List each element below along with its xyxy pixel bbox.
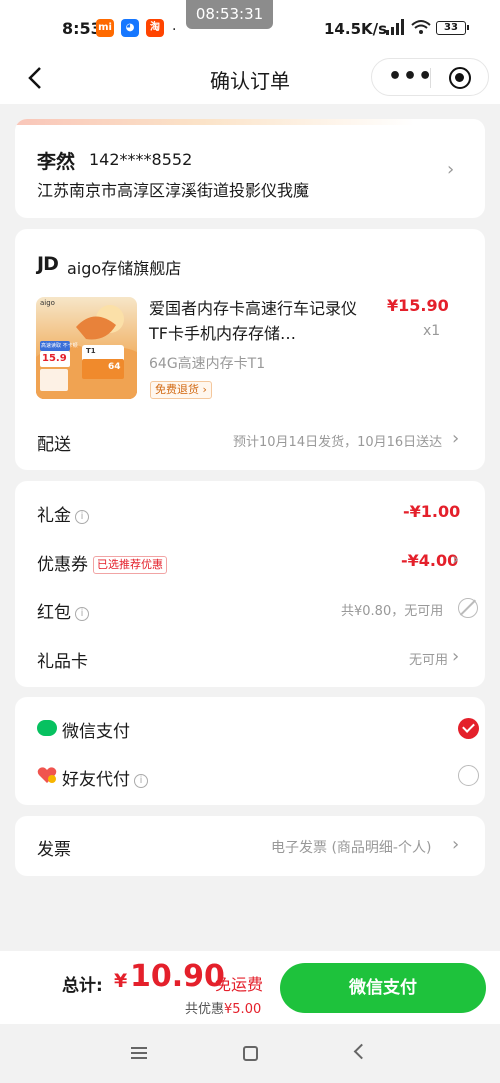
address-stripe	[15, 119, 485, 125]
invoice-card[interactable]: 发票 电子发票 (商品明细-个人) ›	[15, 816, 485, 876]
product-card: JD aigo存储旗舰店 aigo 高速读取 不卡顿 15.9 T1 64 爱国…	[15, 229, 485, 470]
wechat-pay-icon	[37, 720, 57, 736]
thumb-model: T1	[86, 347, 96, 355]
product-name[interactable]: 爱国者内存卡高速行车记录仪TF卡手机内存存储…	[149, 296, 359, 346]
system-nav-bar	[0, 1024, 500, 1083]
wechat-pay-button[interactable]: 微信支付	[280, 963, 486, 1013]
nav-bar: 确认订单 •••	[0, 56, 500, 104]
thumb-price: 15.9	[42, 353, 67, 364]
more-icon[interactable]: •••	[388, 64, 433, 89]
coupon-tag: 已选推荐优惠	[93, 556, 167, 574]
checkout-bar: 总计: ¥ 10.90 免运费 共优惠¥5.00 微信支付	[0, 951, 500, 1024]
info-icon[interactable]: i	[75, 510, 89, 524]
wifi-icon	[411, 20, 431, 34]
wechat-pay-radio-checked[interactable]	[458, 718, 479, 739]
capsule-divider	[430, 68, 431, 88]
invoice-value: 电子发票 (商品明细-个人)	[271, 840, 432, 856]
home-icon[interactable]	[243, 1046, 258, 1061]
wechat-pay-label[interactable]: 微信支付	[62, 717, 130, 742]
payment-card: 微信支付 好友代付 i	[15, 697, 485, 805]
red-packet-value: 共¥0.80，无可用	[341, 604, 444, 619]
coupon-label: 优惠券	[37, 555, 88, 575]
shipping-label: 配送	[37, 435, 71, 455]
free-shipping-label: 免运费	[215, 975, 264, 994]
product-price: ¥15.90	[387, 296, 449, 315]
gift-card-label: 礼品卡	[37, 652, 88, 672]
mini-program-capsule: •••	[371, 58, 489, 96]
chevron-right-icon: ›	[452, 428, 460, 449]
thumb-brand: aigo	[40, 299, 55, 307]
screen-record-time: 08:53:31	[186, 0, 273, 29]
recipient-phone: 142****8552	[89, 150, 193, 169]
free-return-tag[interactable]: 免费退货 ›	[150, 381, 212, 399]
gift-card-value[interactable]: 无可用	[409, 649, 448, 668]
total-amount: 10.90	[130, 959, 225, 994]
product-spec: 64G高速内存卡T1	[149, 356, 266, 372]
saved-summary: 共优惠¥5.00	[185, 998, 261, 1017]
friend-pay-row[interactable]: 好友代付 i	[62, 765, 148, 790]
unavailable-icon	[458, 598, 478, 618]
thumb-capacity: 64	[108, 362, 121, 372]
gift-money-value: -¥1.00	[403, 502, 461, 521]
total-currency: ¥	[114, 970, 128, 992]
thumb-badge: 高速读取 不卡顿	[41, 343, 78, 349]
chevron-right-icon: ›	[447, 159, 455, 180]
gift-money-row: 礼金 i	[37, 501, 89, 526]
invoice-label: 发票	[37, 840, 71, 860]
back-icon[interactable]	[353, 1043, 370, 1060]
address-line: 江苏南京市高淳区淳溪街道投影仪我魔	[37, 181, 310, 200]
menu-icon[interactable]	[131, 1047, 147, 1059]
info-icon[interactable]: i	[134, 774, 148, 788]
shipping-estimate[interactable]: 预计10月14日发货，10月16日送达	[233, 431, 442, 450]
saved-prefix: 共优惠	[185, 1002, 225, 1017]
coupon-value[interactable]: -¥4.00	[401, 551, 458, 570]
info-icon[interactable]: i	[75, 607, 89, 621]
discount-card: 礼金 i -¥1.00 优惠券 已选推荐优惠 -¥4.00 › 红包 i 共¥0.80…	[15, 481, 485, 687]
gift-money-label: 礼金	[37, 506, 71, 526]
status-dot: ·	[172, 22, 177, 38]
status-bar: 8:53 mi ◕ 淘 · 08:53:31 14.5K/s 33	[0, 0, 500, 56]
saved-amount: ¥5.00	[224, 1002, 262, 1017]
jd-logo: JD	[37, 253, 59, 275]
chevron-right-icon: ›	[452, 549, 460, 570]
product-thumbnail[interactable]: aigo 高速读取 不卡顿 15.9 T1 64	[36, 297, 137, 399]
app-blue-icon: ◕	[121, 19, 139, 37]
total-label: 总计:	[62, 976, 103, 996]
friend-pay-heart-icon	[37, 767, 57, 783]
network-speed: 14.5K/s	[324, 20, 388, 38]
friend-pay-radio[interactable]	[458, 765, 479, 786]
address-card[interactable]: 李然 142****8552 江苏南京市高淳区淳溪街道投影仪我魔 ›	[15, 119, 485, 218]
chevron-right-icon: ›	[452, 646, 460, 667]
friend-pay-label: 好友代付	[62, 770, 130, 790]
signal-icon	[386, 19, 404, 35]
coupon-row[interactable]: 优惠券 已选推荐优惠	[37, 550, 167, 575]
battery-icon: 33	[436, 21, 469, 35]
taobao-icon: 淘	[146, 19, 164, 37]
recipient-name: 李然	[37, 151, 76, 173]
red-packet-label: 红包	[37, 603, 71, 623]
gift-card-row[interactable]: 礼品卡	[37, 647, 88, 672]
red-packet-row: 红包 i	[37, 598, 89, 623]
product-quantity: x1	[423, 323, 441, 339]
chevron-right-icon: ›	[452, 834, 460, 855]
shop-name[interactable]: aigo存储旗舰店	[67, 255, 181, 279]
close-target-icon[interactable]	[449, 67, 471, 89]
xiaomi-icon: mi	[96, 19, 114, 37]
